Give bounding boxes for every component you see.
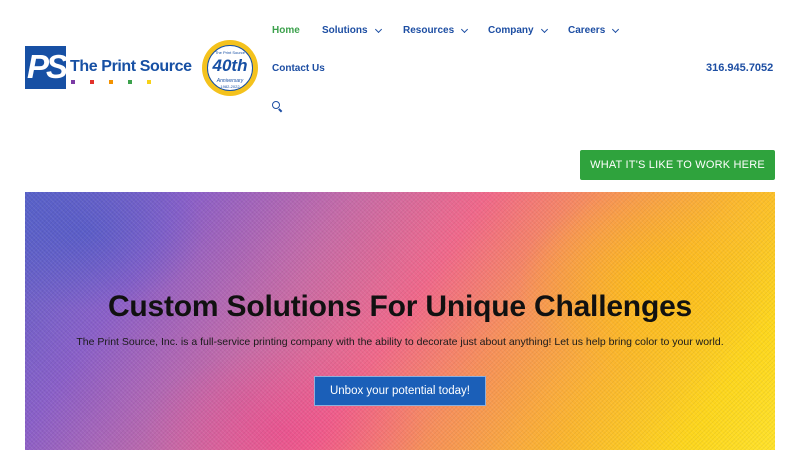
logo-mark-text: PS: [27, 48, 68, 85]
chevron-down-icon: [461, 25, 469, 33]
logo-name: The Print Source: [70, 58, 192, 75]
nav-item-solutions[interactable]: Solutions: [322, 25, 382, 36]
nav-item-label: Careers: [568, 25, 606, 36]
unbox-potential-button[interactable]: Unbox your potential today!: [314, 376, 486, 406]
nav-item-home[interactable]: Home: [272, 25, 300, 36]
nav-item-label: Solutions: [322, 25, 368, 36]
nav-item-contact-us[interactable]: Contact Us: [272, 63, 325, 74]
badge-number: 40th: [212, 56, 248, 75]
hero-title: Custom Solutions For Unique Challenges: [107, 290, 693, 323]
hero-subtitle: The Print Source, Inc. is a full-service…: [76, 336, 724, 348]
work-here-button[interactable]: WHAT IT'S LIKE TO WORK HERE: [580, 150, 775, 180]
logo-color-dots: [71, 80, 151, 84]
logo-dot: [147, 80, 151, 84]
logo-mark: PS: [25, 46, 68, 89]
anniversary-badge: The Print Source 40th Anniversary 1982-2…: [202, 40, 258, 96]
logo-dot: [109, 80, 113, 84]
logo-dot: [90, 80, 94, 84]
nav-item-label: Company: [488, 25, 534, 36]
nav-item-label: Home: [272, 25, 300, 36]
badge-years: 1982-2022: [220, 84, 240, 89]
hero-banner: Custom Solutions For Unique Challenges T…: [25, 192, 775, 450]
chevron-down-icon: [540, 25, 548, 33]
chevron-down-icon: [374, 25, 382, 33]
badge-inner: The Print Source 40th Anniversary 1982-2…: [207, 45, 253, 91]
nav-item-resources[interactable]: Resources: [403, 25, 469, 36]
chevron-down-icon: [612, 25, 620, 33]
logo-dot: [71, 80, 75, 84]
nav-item-company[interactable]: Company: [488, 25, 548, 36]
nav-item-label: Contact Us: [272, 63, 325, 74]
phone-number-link[interactable]: 316.945.7052: [706, 62, 773, 74]
nav-item-label: Resources: [403, 25, 455, 36]
search-icon[interactable]: [272, 101, 283, 113]
nav-item-careers[interactable]: Careers: [568, 25, 620, 36]
badge-top-text: The Print Source: [214, 50, 245, 55]
site-logo[interactable]: PS The Print Source: [25, 46, 192, 92]
logo-dot: [128, 80, 132, 84]
